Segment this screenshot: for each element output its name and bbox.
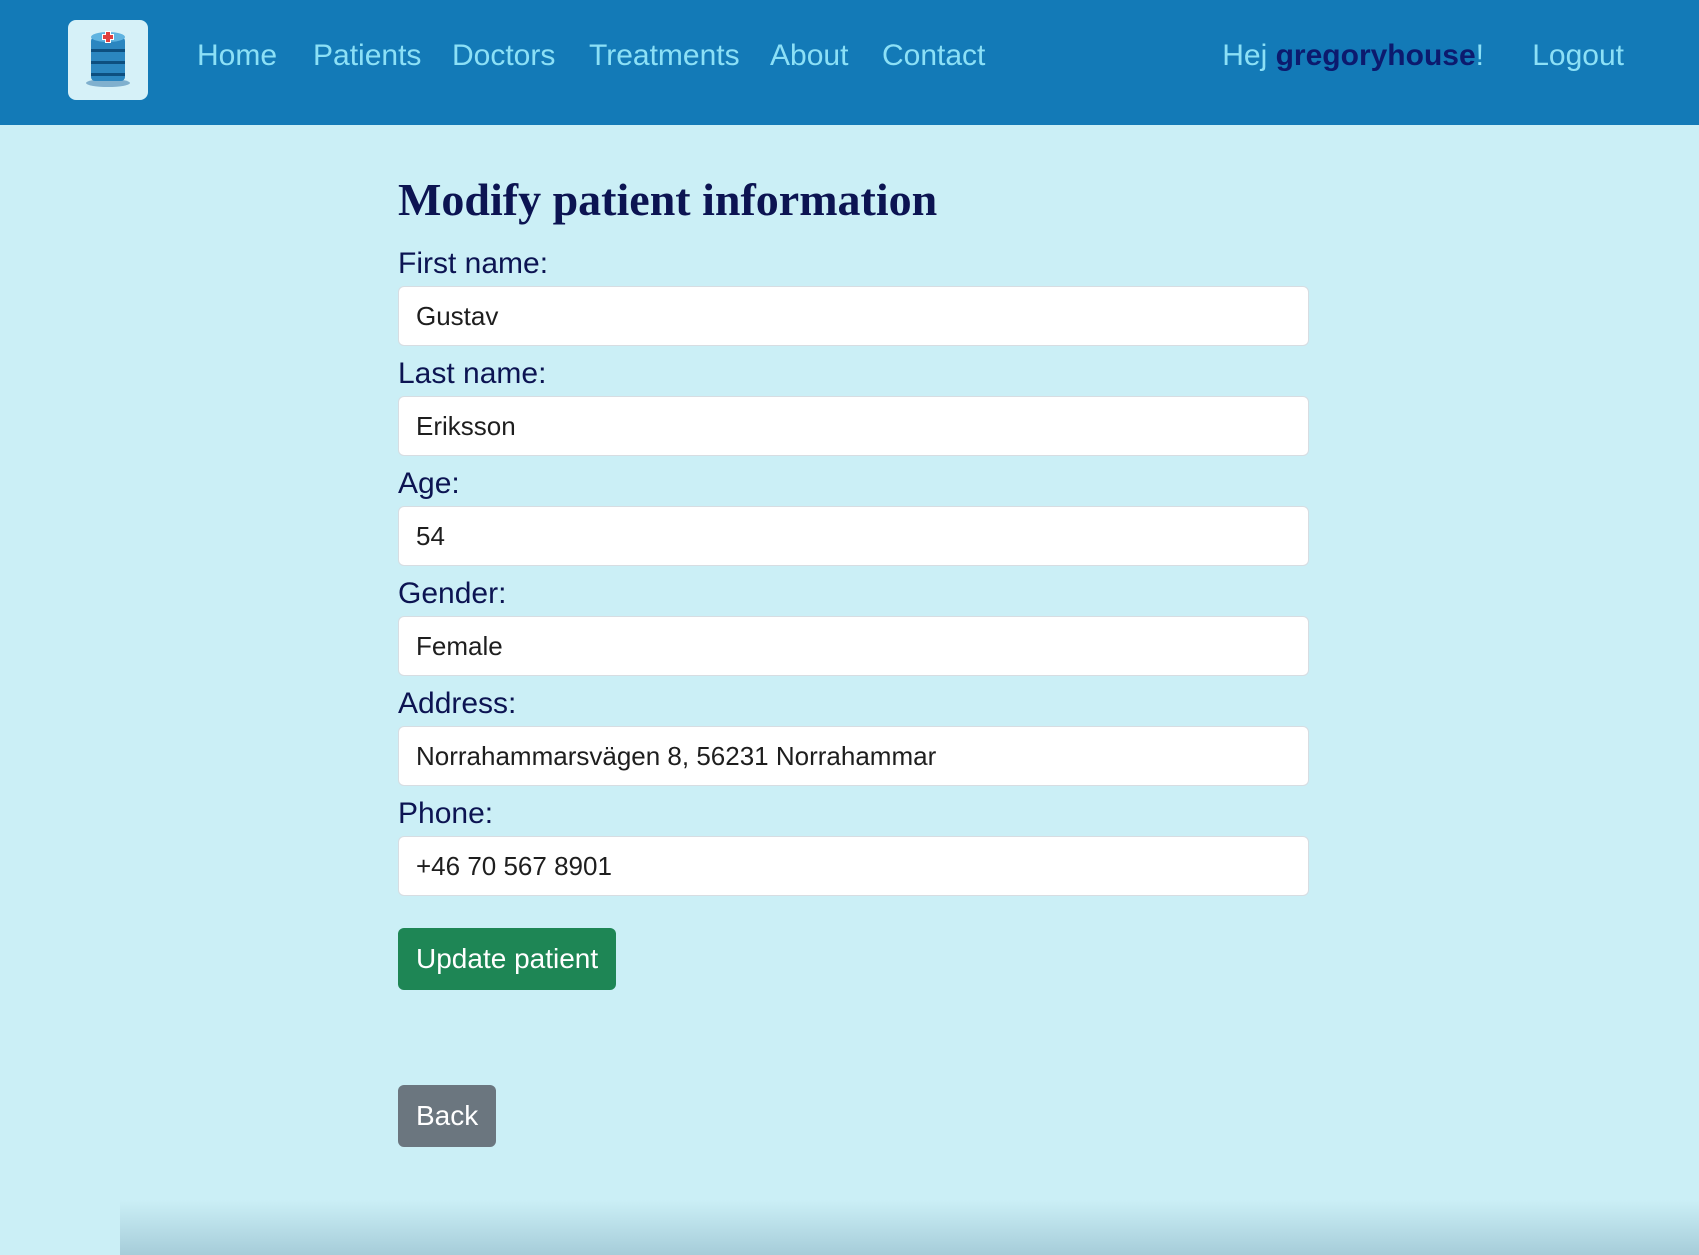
nav-link-home[interactable]: Home	[197, 38, 277, 74]
gender-label: Gender:	[398, 577, 507, 610]
logout-link[interactable]: Logout	[1532, 38, 1624, 74]
first-name-label: First name:	[398, 247, 549, 280]
address-field[interactable]	[398, 726, 1309, 786]
phone-field[interactable]	[398, 836, 1309, 896]
update-patient-button[interactable]: Update patient	[398, 928, 617, 990]
back-button[interactable]: Back	[398, 1085, 497, 1147]
nav-link-patients[interactable]: Patients	[313, 38, 421, 74]
phone-label: Phone:	[398, 797, 494, 830]
footer-shadow	[120, 1200, 1699, 1255]
nav-link-treatments[interactable]: Treatments	[589, 38, 740, 74]
nav-link-contact[interactable]: Contact	[882, 38, 985, 74]
hospital-database-icon	[83, 27, 133, 94]
age-label: Age:	[398, 467, 460, 500]
last-name-label: Last name:	[398, 357, 547, 390]
address-label: Address:	[398, 687, 517, 720]
greeting-prefix: Hej	[1222, 39, 1276, 72]
greeting-suffix: !	[1475, 39, 1484, 72]
logo[interactable]	[68, 20, 148, 100]
nav-link-doctors[interactable]: Doctors	[452, 38, 555, 74]
age-field[interactable]	[398, 506, 1309, 566]
main-content: Modify patient information First name: L…	[398, 170, 1310, 1147]
nav-link-about[interactable]: About	[770, 38, 848, 74]
page-title: Modify patient information	[398, 174, 938, 225]
user-greeting: Hej gregoryhouse!	[1222, 38, 1484, 74]
navbar: Home Patients Doctors Treatments About C…	[0, 0, 1699, 125]
gender-field[interactable]	[398, 616, 1309, 676]
username: gregoryhouse	[1275, 39, 1476, 72]
first-name-field[interactable]	[398, 286, 1309, 346]
patient-form: First name: Last name: Age: Gender: Addr…	[398, 246, 1310, 990]
last-name-field[interactable]	[398, 396, 1309, 456]
